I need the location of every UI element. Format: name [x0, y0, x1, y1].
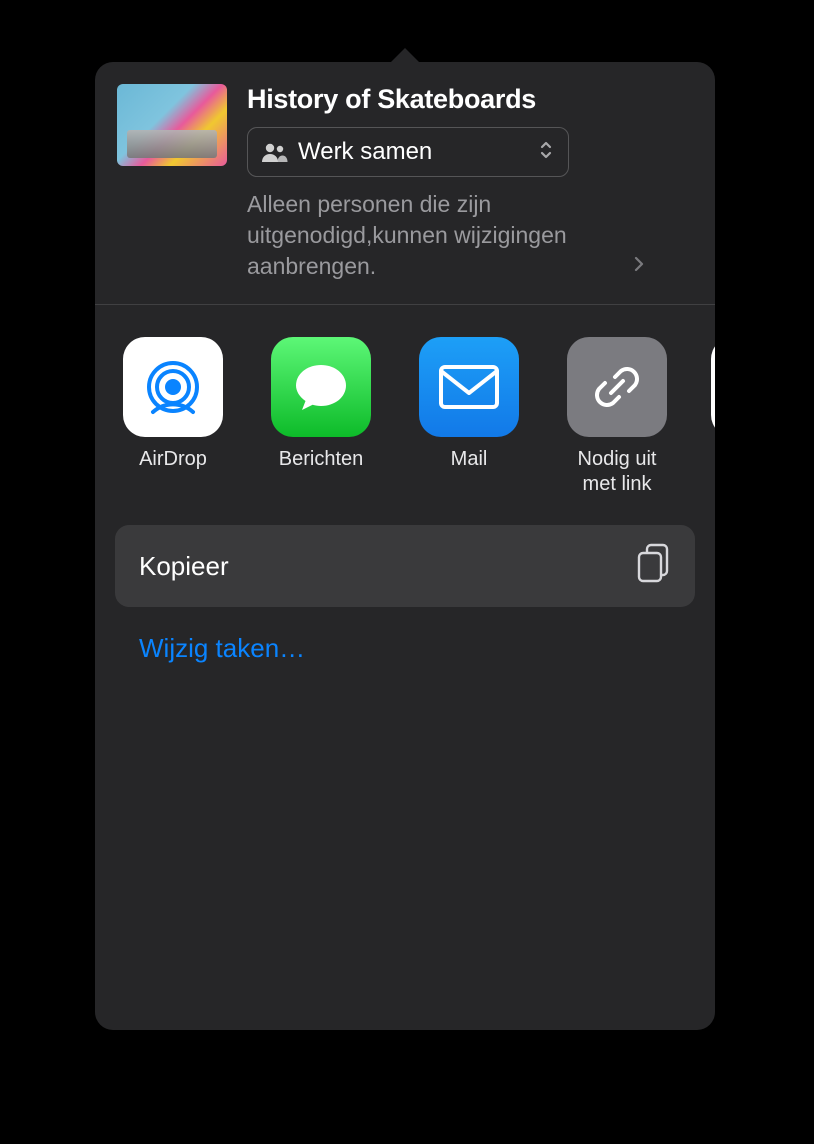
share-app-label: AirDrop: [139, 447, 207, 472]
document-title: History of Skateboards: [247, 84, 689, 115]
header-content: History of Skateboards Werk samen: [247, 84, 689, 282]
edit-label: Wijzig taken…: [139, 633, 305, 664]
copy-label: Kopieer: [139, 551, 229, 582]
share-app-messages[interactable]: Berichten: [267, 337, 375, 497]
share-app-mail[interactable]: Mail: [415, 337, 523, 497]
share-app-airdrop[interactable]: AirDrop: [119, 337, 227, 497]
share-app-label: Nodig uit met link: [578, 447, 657, 497]
permission-text: Alleen personen die zijn uitgenodigd,kun…: [247, 189, 627, 282]
share-app-label: Mail: [451, 447, 488, 472]
airdrop-icon: [123, 337, 223, 437]
reminders-icon: [711, 337, 715, 437]
share-app-invite-link[interactable]: Nodig uit met link: [563, 337, 671, 497]
share-header: History of Skateboards Werk samen: [95, 62, 715, 305]
copy-action[interactable]: Kopieer: [115, 525, 695, 607]
share-app-reminders[interactable]: He: [711, 337, 715, 497]
collaborate-dropdown[interactable]: Werk samen: [247, 127, 569, 177]
copy-icon: [635, 543, 671, 590]
collaborate-label: Werk samen: [298, 138, 528, 166]
share-apps-row[interactable]: AirDrop Berichten Mail: [95, 305, 715, 525]
messages-icon: [271, 337, 371, 437]
document-thumbnail: [117, 84, 227, 166]
permission-description[interactable]: Alleen personen die zijn uitgenodigd,kun…: [247, 189, 689, 282]
chevron-up-down-icon: [538, 139, 554, 166]
chevron-right-icon: [633, 255, 645, 278]
edit-actions[interactable]: Wijzig taken…: [115, 607, 695, 689]
actions-section: Kopieer Wijzig taken…: [95, 525, 715, 689]
share-sheet-popover: History of Skateboards Werk samen: [95, 62, 715, 1030]
mail-icon: [419, 337, 519, 437]
link-icon: [567, 337, 667, 437]
share-app-label: Berichten: [279, 447, 364, 472]
people-icon: [262, 142, 288, 162]
